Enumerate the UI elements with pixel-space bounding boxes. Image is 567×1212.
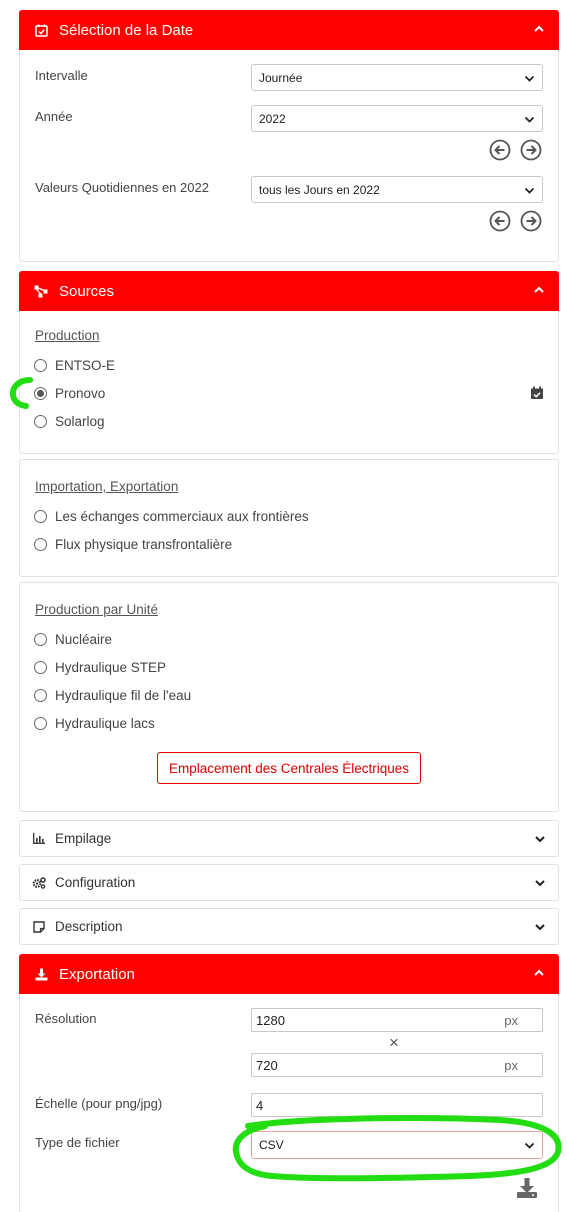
radio-button[interactable] [34, 689, 47, 702]
radio-label: ENTSO-E [55, 358, 116, 373]
chevron-down-icon [524, 185, 535, 199]
radio-label: Pronovo [55, 386, 106, 401]
date-panel-title: Sélection de la Date [59, 21, 194, 39]
prev-day-arrow-icon[interactable] [489, 210, 511, 232]
sitemap-icon [33, 283, 49, 299]
radio-button[interactable] [34, 359, 47, 372]
height-unit: px [504, 1058, 518, 1073]
gears-icon [32, 876, 46, 890]
stacking-panel-header[interactable]: Empilage [19, 820, 559, 857]
height-value: 720 [256, 1057, 278, 1073]
resolution-label: Résolution [35, 1011, 97, 1026]
scale-value: 4 [256, 1097, 264, 1113]
radio-label: Hydraulique STEP [55, 660, 167, 675]
width-input[interactable]: 1280 px [251, 1008, 543, 1032]
radio-button[interactable] [34, 717, 47, 730]
daily-values-select[interactable]: tous les Jours en 2022 [251, 176, 543, 203]
power-plants-location-button[interactable]: Emplacement des Centrales Électriques [157, 752, 421, 784]
radio-commercial-exchanges[interactable]: Les échanges commerciaux aux frontières [34, 509, 309, 524]
radio-hydro-run-of-river[interactable]: Hydraulique fil de l'eau [34, 688, 191, 703]
radio-entso-e[interactable]: ENTSO-E [34, 358, 115, 373]
chevron-down-icon[interactable] [534, 921, 546, 936]
chevron-up-icon[interactable] [533, 967, 545, 982]
radio-hydro-lakes[interactable]: Hydraulique lacs [34, 716, 155, 731]
radio-hydro-step[interactable]: Hydraulique STEP [34, 660, 166, 675]
radio-label: Nucléaire [55, 632, 113, 647]
production-heading[interactable]: Production [35, 328, 100, 343]
description-title: Description [55, 919, 123, 934]
chevron-up-icon[interactable] [533, 284, 545, 299]
height-input[interactable]: 720 px [251, 1053, 543, 1077]
width-unit: px [504, 1013, 518, 1028]
radio-solarlog[interactable]: Solarlog [34, 414, 105, 429]
filetype-label: Type de fichier [35, 1135, 120, 1150]
configuration-title: Configuration [55, 875, 136, 890]
date-panel-header[interactable]: Sélection de la Date [19, 10, 559, 50]
sources-panel-title: Sources [59, 282, 115, 300]
filetype-select-value: CSV [259, 1138, 284, 1152]
radio-button-selected[interactable] [34, 387, 47, 400]
radio-physical-flow[interactable]: Flux physique transfrontalière [34, 537, 232, 552]
year-label: Année [35, 109, 73, 124]
export-panel-header[interactable]: Exportation [19, 954, 559, 994]
stacking-title: Empilage [55, 831, 112, 846]
radio-label: Hydraulique fil de l'eau [55, 688, 192, 703]
export-panel-title: Exportation [59, 965, 135, 983]
year-select[interactable]: 2022 [251, 105, 543, 132]
sources-panel-header[interactable]: Sources [19, 271, 559, 311]
daily-values-select-value: tous les Jours en 2022 [259, 182, 380, 197]
download-icon[interactable] [516, 1177, 538, 1199]
download-icon [33, 966, 49, 982]
prev-year-arrow-icon[interactable] [489, 139, 511, 161]
chevron-down-icon [524, 1140, 535, 1154]
daily-values-label: Valeurs Quotidiennes en 2022 [35, 180, 209, 195]
calendar-check-icon [33, 22, 49, 38]
times-icon: × [389, 1033, 399, 1052]
radio-button[interactable] [34, 633, 47, 646]
configuration-panel-header[interactable]: Configuration [19, 864, 559, 901]
radio-label: Solarlog [55, 414, 105, 429]
scale-label: Échelle (pour png/jpg) [35, 1096, 163, 1111]
bar-chart-icon [32, 832, 46, 846]
scale-input[interactable]: 4 [251, 1093, 543, 1117]
radio-pronovo[interactable]: Pronovo [34, 386, 105, 401]
year-select-value: 2022 [259, 111, 286, 126]
radio-label: Les échanges commerciaux aux frontières [55, 509, 309, 524]
radio-label: Flux physique transfrontalière [55, 537, 233, 552]
width-value: 1280 [256, 1012, 285, 1028]
next-day-arrow-icon[interactable] [520, 210, 542, 232]
chevron-down-icon[interactable] [534, 877, 546, 892]
chevron-up-icon[interactable] [533, 23, 545, 38]
radio-button[interactable] [34, 538, 47, 551]
chevron-down-icon[interactable] [534, 833, 546, 848]
interval-select-value: Journée [259, 70, 303, 85]
radio-button[interactable] [34, 510, 47, 523]
interval-label: Intervalle [35, 68, 88, 83]
interval-select[interactable]: Journée [251, 64, 543, 91]
radio-button[interactable] [34, 661, 47, 674]
radio-label: Hydraulique lacs [55, 716, 155, 731]
sticky-note-icon [32, 920, 46, 934]
chevron-down-icon [524, 73, 535, 87]
next-year-arrow-icon[interactable] [520, 139, 542, 161]
description-panel-header[interactable]: Description [19, 908, 559, 945]
radio-button[interactable] [34, 415, 47, 428]
calendar-check-icon[interactable] [530, 386, 544, 400]
filetype-select[interactable]: CSV [251, 1131, 543, 1159]
import-export-heading[interactable]: Importation, Exportation [35, 479, 178, 494]
radio-nuclear[interactable]: Nucléaire [34, 632, 112, 647]
chevron-down-icon [524, 114, 535, 128]
production-unit-heading[interactable]: Production par Unité [35, 602, 158, 617]
